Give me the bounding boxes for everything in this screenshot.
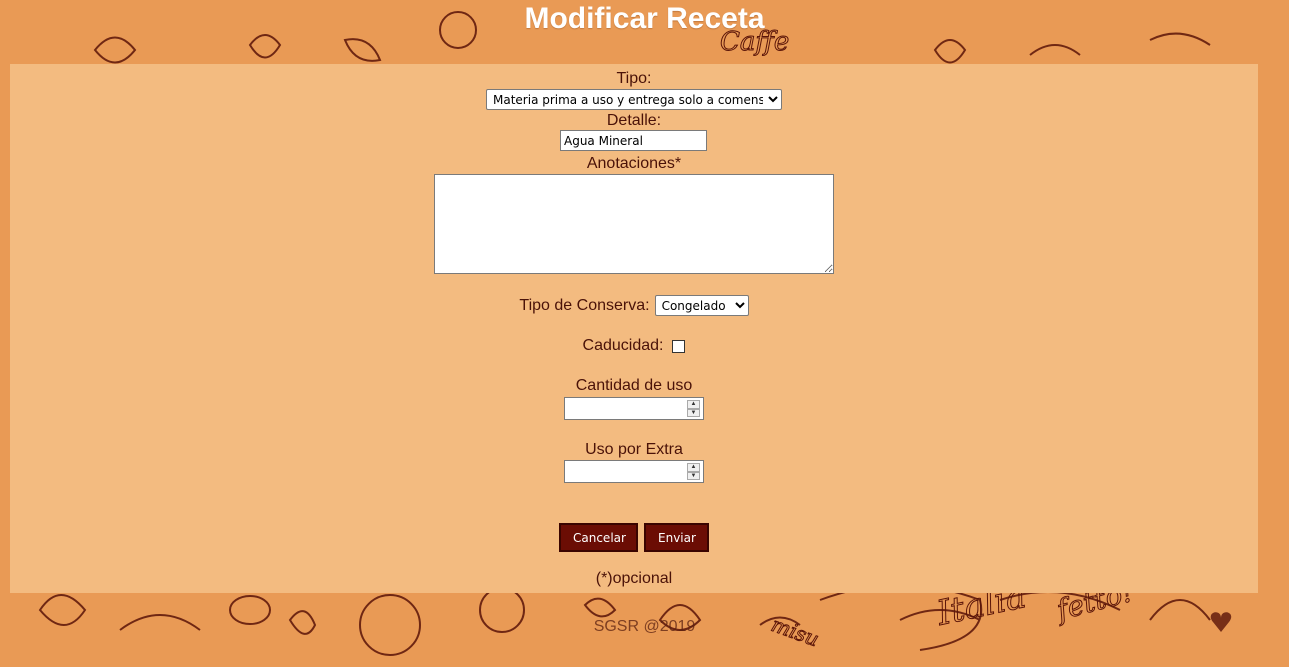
caducidad-label: Caducidad: — [582, 337, 664, 354]
cantidad-spinner[interactable]: ▲ ▼ — [687, 400, 700, 417]
tipo-label: Tipo: — [616, 70, 652, 87]
anotaciones-label: Anotaciones* — [586, 155, 682, 172]
extra-number-input[interactable]: ▲ ▼ — [564, 460, 704, 483]
caducidad-checkbox[interactable] — [672, 339, 686, 353]
anotaciones-textarea[interactable] — [434, 174, 834, 274]
spin-up-icon[interactable]: ▲ — [687, 463, 700, 472]
optional-note: (*)opcional — [595, 570, 673, 587]
conserva-select[interactable]: Congelado — [654, 295, 749, 316]
extra-spinner[interactable]: ▲ ▼ — [687, 463, 700, 480]
conserva-label: Tipo de Conserva: — [519, 296, 650, 314]
spin-down-icon[interactable]: ▼ — [687, 471, 700, 480]
cantidad-label: Cantidad de uso — [575, 377, 693, 394]
spin-up-icon[interactable]: ▲ — [687, 400, 700, 409]
page-title: Modificar Receta — [524, 2, 765, 35]
cancel-button[interactable]: Cancelar — [559, 523, 638, 552]
conserva-row: Tipo de Conserva: Congelado — [10, 295, 1258, 316]
copyright-footer: SGSR @2019 — [593, 618, 696, 635]
extra-label: Uso por Extra — [585, 441, 683, 458]
spin-down-icon[interactable]: ▼ — [687, 408, 700, 417]
detalle-input[interactable] — [560, 130, 707, 151]
cantidad-number-input[interactable]: ▲ ▼ — [564, 397, 704, 420]
submit-button[interactable]: Enviar — [644, 523, 709, 552]
detalle-label: Detalle: — [606, 112, 662, 129]
tipo-select[interactable]: Materia prima a uso y entrega solo a com… — [486, 89, 782, 110]
recipe-form-panel: Tipo: Materia prima a uso y entrega solo… — [10, 64, 1258, 593]
caducidad-row: Caducidad: — [10, 337, 1258, 355]
